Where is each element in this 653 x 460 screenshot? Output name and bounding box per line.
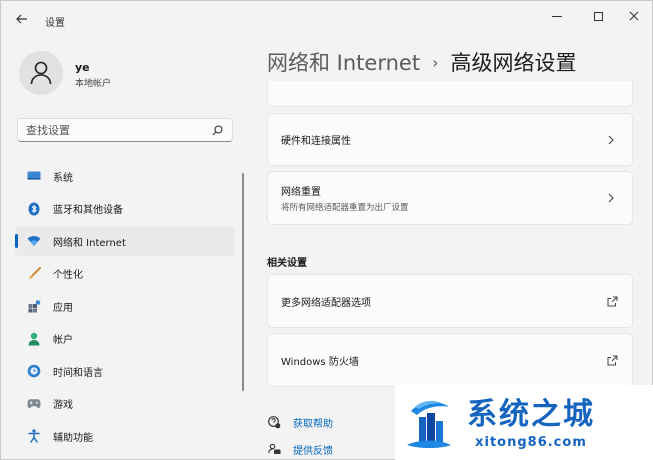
card-text: 网络重置 将所有网络适配器重置为出厂设置	[281, 183, 409, 213]
watermark-url: xitong86.com	[475, 434, 587, 450]
avatar[interactable]	[19, 51, 63, 95]
settings-card-partial[interactable]	[267, 81, 633, 107]
gamepad-icon	[27, 397, 41, 411]
feedback-icon	[267, 443, 281, 457]
card-title: 更多网络适配器选项	[281, 297, 371, 309]
breadcrumb: 网络和 Internet › 高级网络设置	[267, 47, 576, 77]
sidebar-item-system[interactable]: 系统	[15, 161, 235, 191]
back-arrow-icon	[16, 14, 27, 24]
accessibility-icon	[27, 429, 41, 443]
watermark-brand: 系统之城	[467, 396, 595, 432]
maximize-button[interactable]	[582, 5, 614, 27]
maximize-icon	[593, 11, 603, 21]
bluetooth-icon	[27, 202, 41, 216]
close-button[interactable]	[618, 5, 650, 27]
breadcrumb-separator: ›	[432, 52, 439, 72]
app-title: 设置	[45, 18, 65, 29]
card-subtitle: 将所有网络适配器重置为出厂设置	[281, 203, 409, 213]
sidebar-item-apps[interactable]: 应用	[15, 291, 235, 321]
sidebar-item-label: 个性化	[53, 270, 83, 281]
page-title: 高级网络设置	[450, 51, 577, 75]
search-icon[interactable]	[210, 123, 224, 137]
sidebar-item-gaming[interactable]: 游戏	[15, 389, 235, 419]
hardware-properties-card[interactable]: 硬件和连接属性	[267, 113, 633, 166]
title-bar: 设置	[1, 1, 652, 35]
sidebar-item-label: 应用	[53, 302, 73, 314]
user-name: ye	[75, 61, 90, 74]
city-logo-icon	[407, 400, 451, 448]
sidebar-item-label: 辅助功能	[53, 432, 93, 444]
sidebar-item-time-language[interactable]: 时间和语言	[15, 356, 235, 386]
sidebar-item-label: 蓝牙和其他设备	[53, 205, 123, 216]
close-icon	[629, 11, 639, 21]
minimize-icon	[552, 15, 562, 17]
section-title-related: 相关设置	[267, 258, 307, 269]
chevron-right-icon	[606, 134, 616, 146]
sidebar-item-label: 系统	[53, 172, 73, 184]
user-account-type: 本地帐户	[75, 79, 112, 89]
chevron-right-icon	[606, 192, 616, 204]
wifi-icon	[27, 234, 41, 248]
sidebar-item-label: 帐户	[53, 335, 73, 346]
sidebar-item-label: 游戏	[53, 400, 73, 411]
feedback-link[interactable]: 提供反馈	[267, 442, 333, 457]
external-link-icon	[606, 354, 618, 366]
sidebar-item-personalization[interactable]: 个性化	[15, 259, 235, 289]
external-link-icon	[606, 295, 618, 307]
get-help-link[interactable]: 获取帮助	[267, 415, 333, 430]
card-title: 硬件和连接属性	[281, 136, 351, 147]
search-input[interactable]	[26, 123, 210, 137]
sidebar-nav: 系统 蓝牙和其他设备 网络和 Internet 个性化 应用 帐户 时间和语言	[15, 161, 235, 454]
monitor-icon	[27, 169, 41, 183]
apps-icon	[27, 299, 41, 313]
sidebar-item-accessibility[interactable]: 辅助功能	[15, 421, 235, 451]
minimize-button[interactable]	[541, 5, 573, 27]
sidebar-item-label: 网络和 Internet	[53, 237, 126, 249]
card-title: 网络重置	[281, 187, 321, 198]
sidebar-item-accounts[interactable]: 帐户	[15, 324, 235, 354]
back-button[interactable]	[11, 9, 33, 29]
sidebar-item-label: 时间和语言	[53, 367, 103, 379]
feedback-label: 提供反馈	[293, 446, 333, 457]
person-icon	[27, 332, 41, 346]
sidebar-item-network[interactable]: 网络和 Internet	[15, 226, 235, 256]
windows-firewall-card[interactable]: Windows 防火墙	[267, 333, 633, 387]
watermark-text: 系统之城 xitong86.com	[467, 397, 595, 450]
get-help-label: 获取帮助	[293, 419, 333, 430]
more-adapter-options-card[interactable]: 更多网络适配器选项	[267, 274, 633, 328]
brush-icon	[27, 267, 41, 281]
search-box[interactable]	[17, 118, 233, 142]
person-icon	[30, 61, 52, 85]
watermark: 系统之城 xitong86.com	[395, 385, 653, 460]
card-title: Windows 防火墙	[281, 356, 359, 368]
help-icon	[267, 416, 281, 430]
network-reset-card[interactable]: 网络重置 将所有网络适配器重置为出厂设置	[267, 171, 633, 225]
sidebar-item-bluetooth[interactable]: 蓝牙和其他设备	[15, 194, 235, 224]
breadcrumb-parent[interactable]: 网络和 Internet	[267, 47, 420, 77]
globe-clock-icon	[27, 364, 41, 378]
settings-window: 设置 ye 本地帐户 系统 蓝牙和其他设备 网络和 Internet	[0, 0, 653, 460]
sidebar-scrollbar[interactable]	[242, 173, 244, 391]
